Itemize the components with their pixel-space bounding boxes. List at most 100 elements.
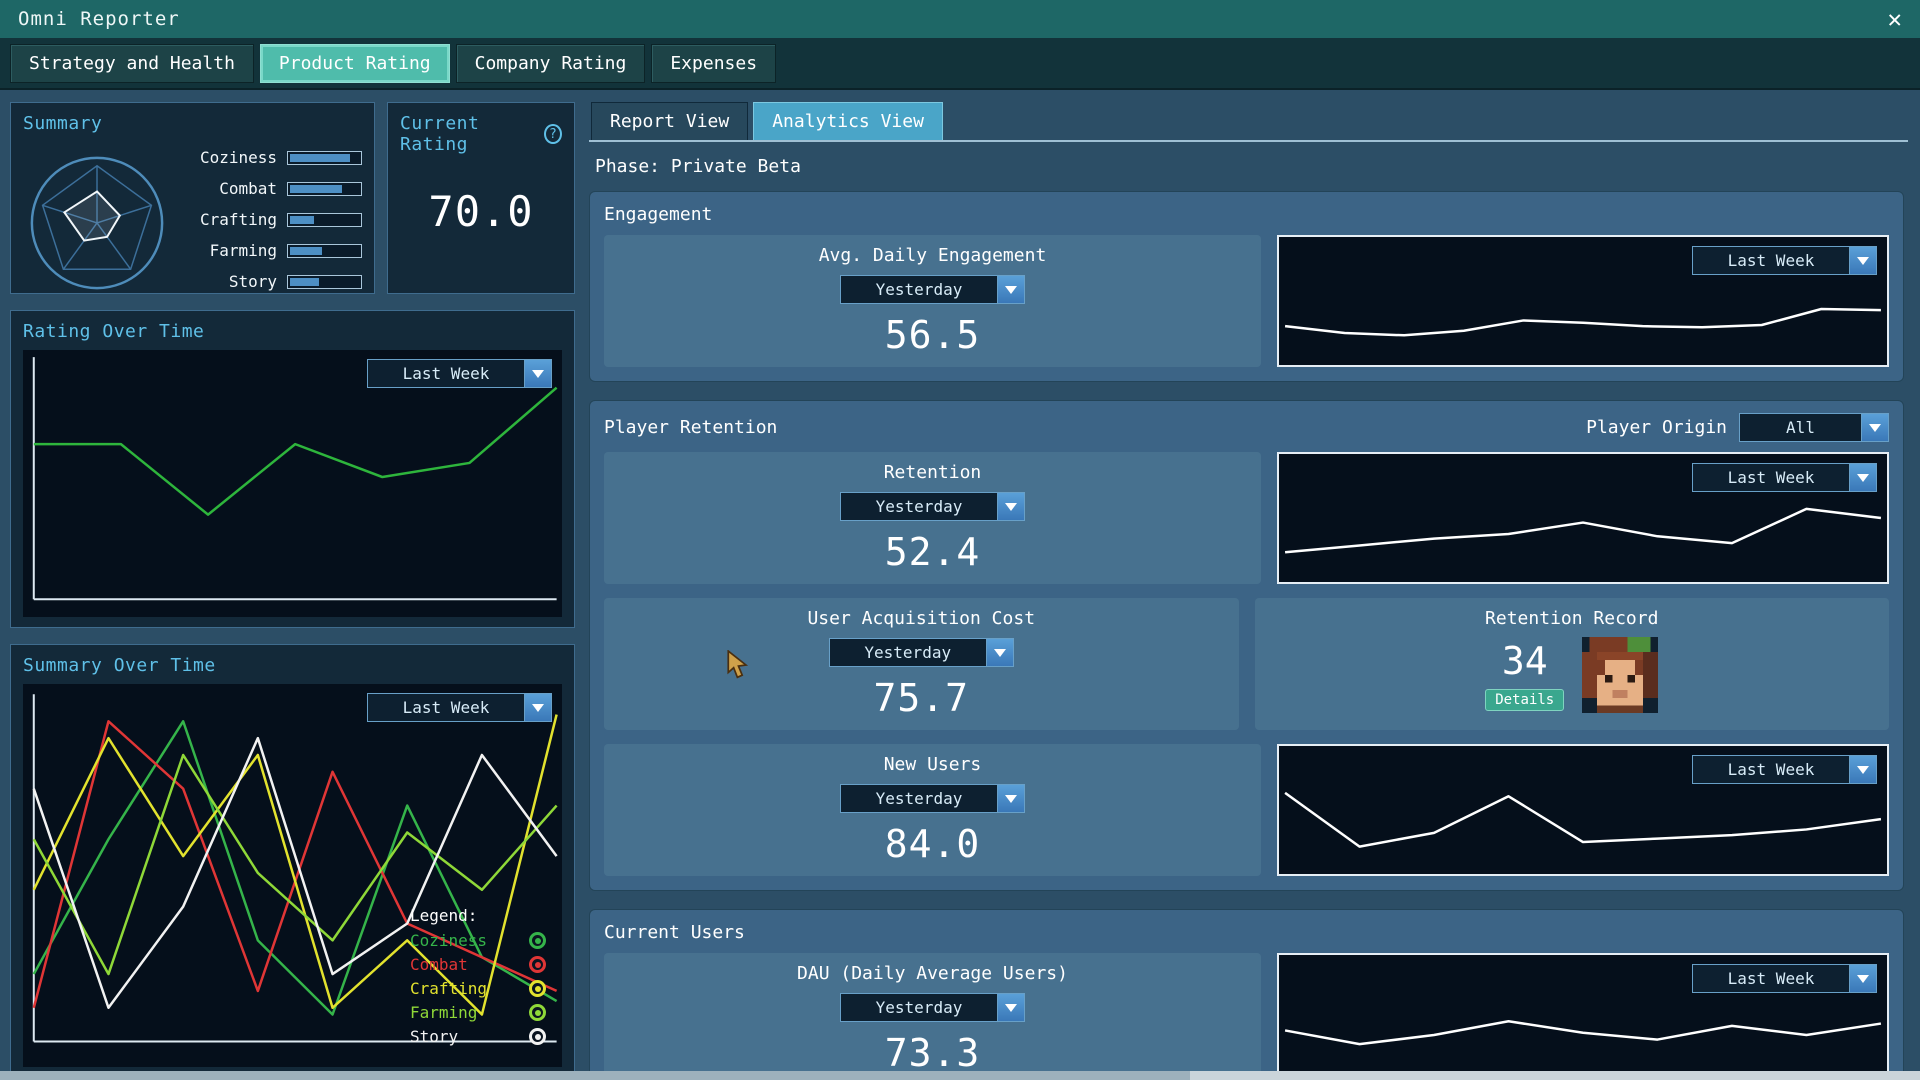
summary-radar-chart bbox=[23, 146, 171, 294]
acquisition-value: 75.7 bbox=[873, 676, 969, 720]
legend-item-farming: Farming bbox=[410, 1003, 546, 1022]
details-button[interactable]: Details bbox=[1485, 689, 1564, 711]
scrollbar-thumb[interactable] bbox=[0, 1071, 1190, 1080]
avatar bbox=[1582, 637, 1658, 713]
chevron-down-icon bbox=[997, 276, 1024, 303]
help-icon[interactable]: ? bbox=[544, 124, 562, 144]
player-retention-title: Player Retention bbox=[604, 417, 777, 438]
metric-label: New Users bbox=[884, 754, 982, 775]
content-area: Summary Coziness Combat bbox=[0, 90, 1920, 1080]
summary-title: Summary bbox=[23, 113, 362, 134]
tab-product-rating[interactable]: Product Rating bbox=[260, 44, 450, 83]
player-origin-label: Player Origin bbox=[1586, 417, 1727, 438]
retention-card: Retention Yesterday 52.4 bbox=[604, 452, 1261, 584]
summary-over-time-panel: Summary Over Time Last Week Legend: Cozi… bbox=[10, 644, 575, 1078]
new-users-chart: Last Week bbox=[1277, 744, 1889, 876]
chevron-down-icon bbox=[524, 360, 551, 387]
stat-bar bbox=[287, 151, 362, 165]
dau-chart-range-dropdown[interactable]: Last Week bbox=[1692, 964, 1877, 993]
engagement-range-dropdown[interactable]: Yesterday bbox=[840, 275, 1025, 304]
current-users-title: Current Users bbox=[604, 922, 1889, 943]
chevron-down-icon bbox=[997, 994, 1024, 1021]
player-retention-section: Player Retention Player Origin All Reten… bbox=[589, 400, 1904, 891]
phase-label: Phase: Private Beta bbox=[595, 156, 1898, 177]
stat-label: Story bbox=[181, 272, 277, 291]
current-users-section: Current Users DAU (Daily Average Users) … bbox=[589, 909, 1904, 1078]
stat-row-farming: Farming bbox=[181, 241, 362, 260]
close-icon[interactable]: ✕ bbox=[1888, 7, 1902, 31]
stat-row-story: Story bbox=[181, 272, 362, 291]
legend-ring-icon bbox=[529, 956, 546, 973]
retention-value: 52.4 bbox=[885, 530, 981, 574]
dau-range-dropdown[interactable]: Yesterday bbox=[840, 993, 1025, 1022]
stat-bar-fill bbox=[290, 247, 322, 255]
user-acquisition-cost-card: User Acquisition Cost Yesterday 75.7 bbox=[604, 598, 1239, 730]
summary-over-time-range-dropdown[interactable]: Last Week bbox=[367, 693, 552, 722]
player-origin-dropdown[interactable]: All bbox=[1739, 413, 1889, 442]
tab-strategy-and-health[interactable]: Strategy and Health bbox=[10, 44, 254, 83]
summary-panel: Summary Coziness Combat bbox=[10, 102, 375, 294]
top-tab-bar: Strategy and Health Product Rating Compa… bbox=[0, 38, 1920, 90]
new-users-chart-range-dropdown[interactable]: Last Week bbox=[1692, 755, 1877, 784]
stat-row-combat: Combat bbox=[181, 179, 362, 198]
stat-bar-fill bbox=[290, 154, 350, 162]
legend-ring-icon bbox=[529, 980, 546, 997]
dau-chart: Last Week bbox=[1277, 953, 1889, 1078]
engagement-chart-range-dropdown[interactable]: Last Week bbox=[1692, 246, 1877, 275]
tab-analytics-view[interactable]: Analytics View bbox=[753, 102, 943, 140]
stat-bar bbox=[287, 182, 362, 196]
tab-expenses[interactable]: Expenses bbox=[651, 44, 776, 83]
rating-over-time-panel: Rating Over Time Last Week bbox=[10, 310, 575, 628]
rating-over-time-title: Rating Over Time bbox=[23, 321, 562, 342]
left-column: Summary Coziness Combat bbox=[10, 102, 575, 1078]
acquisition-range-dropdown[interactable]: Yesterday bbox=[829, 638, 1014, 667]
metric-label: Avg. Daily Engagement bbox=[819, 245, 1047, 266]
retention-record-value: 34 bbox=[1502, 639, 1548, 683]
current-rating-title: Current Rating bbox=[400, 113, 536, 155]
summary-over-time-title: Summary Over Time bbox=[23, 655, 562, 676]
main-area: Report View Analytics View Phase: Privat… bbox=[589, 102, 1908, 1078]
dau-value: 73.3 bbox=[885, 1031, 981, 1075]
title-bar: Omni Reporter ✕ bbox=[0, 0, 1920, 38]
legend-ring-icon bbox=[529, 1004, 546, 1021]
retention-chart-range-dropdown[interactable]: Last Week bbox=[1692, 463, 1877, 492]
stat-bar bbox=[287, 213, 362, 227]
chevron-down-icon bbox=[524, 694, 551, 721]
chevron-down-icon bbox=[986, 639, 1013, 666]
tab-report-view[interactable]: Report View bbox=[591, 102, 748, 140]
chevron-down-icon bbox=[1849, 756, 1876, 783]
chevron-down-icon bbox=[1861, 414, 1888, 441]
legend-ring-icon bbox=[529, 932, 546, 949]
rating-line-chart bbox=[23, 350, 562, 617]
stat-row-coziness: Coziness bbox=[181, 148, 362, 167]
summary-stats: Coziness Combat Crafting bbox=[181, 142, 362, 297]
chevron-down-icon bbox=[997, 493, 1024, 520]
horizontal-scrollbar[interactable] bbox=[0, 1071, 1920, 1080]
summary-row: Summary Coziness Combat bbox=[10, 102, 575, 294]
avg-daily-engagement-card: Avg. Daily Engagement Yesterday 56.5 bbox=[604, 235, 1261, 367]
stat-label: Coziness bbox=[181, 148, 277, 167]
stat-label: Crafting bbox=[181, 210, 277, 229]
chevron-down-icon bbox=[1849, 965, 1876, 992]
dau-card: DAU (Daily Average Users) Yesterday 73.3 bbox=[604, 953, 1261, 1078]
legend-title: Legend: bbox=[410, 906, 546, 925]
chevron-down-icon bbox=[1849, 464, 1876, 491]
stat-bar-fill bbox=[290, 278, 319, 286]
retention-record-card: Retention Record 34 Details bbox=[1255, 598, 1890, 730]
analytics-scroll-area: Phase: Private Beta Engagement Avg. Dail… bbox=[589, 142, 1908, 1078]
tab-company-rating[interactable]: Company Rating bbox=[456, 44, 646, 83]
stat-bar-fill bbox=[290, 216, 314, 224]
legend-item-coziness: Coziness bbox=[410, 931, 546, 950]
engagement-section: Engagement Avg. Daily Engagement Yesterd… bbox=[589, 191, 1904, 382]
rating-over-time-range-dropdown[interactable]: Last Week bbox=[367, 359, 552, 388]
stat-bar-fill bbox=[290, 185, 342, 193]
retention-range-dropdown[interactable]: Yesterday bbox=[840, 492, 1025, 521]
retention-chart: Last Week bbox=[1277, 452, 1889, 584]
chevron-down-icon bbox=[1849, 247, 1876, 274]
summary-over-time-chart: Last Week Legend: Coziness Combat bbox=[23, 684, 562, 1067]
engagement-title: Engagement bbox=[604, 204, 1889, 225]
metric-label: User Acquisition Cost bbox=[807, 608, 1035, 629]
view-tab-bar: Report View Analytics View bbox=[589, 102, 1908, 142]
new-users-range-dropdown[interactable]: Yesterday bbox=[840, 784, 1025, 813]
rating-over-time-chart: Last Week bbox=[23, 350, 562, 617]
